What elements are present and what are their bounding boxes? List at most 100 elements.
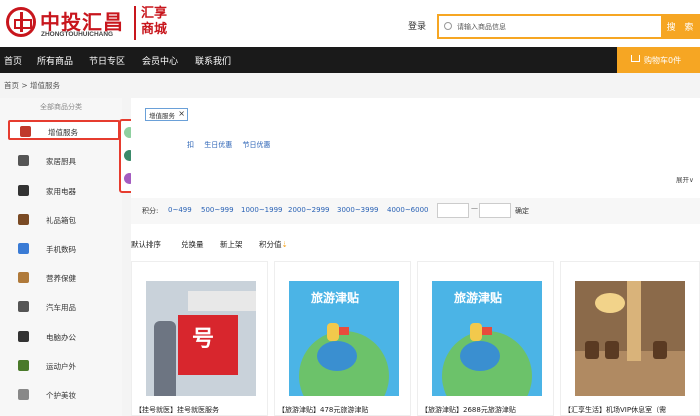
photo-detail bbox=[154, 321, 176, 396]
illustration-detail bbox=[460, 341, 500, 371]
search-button[interactable]: 搜 索 bbox=[663, 14, 700, 39]
photo-detail bbox=[605, 341, 619, 359]
points-confirm-button[interactable]: 确定 bbox=[515, 206, 529, 216]
sidebar-item-label: 营养保健 bbox=[46, 274, 76, 283]
sidebar-item-label: 运动户外 bbox=[46, 362, 76, 371]
sidebar-item-label: 手机数码 bbox=[46, 245, 76, 254]
illustration-detail bbox=[339, 327, 349, 335]
close-icon[interactable]: × bbox=[178, 109, 185, 118]
sidebar-item[interactable]: 家用电器 bbox=[8, 181, 120, 201]
sort-arrow-icon: ⇣ bbox=[281, 240, 288, 249]
cart-button[interactable]: 购物车0件 bbox=[617, 47, 700, 73]
points-max-input[interactable] bbox=[479, 203, 511, 218]
photo-text: 号 bbox=[192, 327, 215, 352]
phone-icon bbox=[18, 243, 29, 254]
sidebar-item[interactable]: 礼品箱包 bbox=[8, 210, 120, 230]
product-title[interactable]: 【旅游津贴】2688元旅游津贴 bbox=[421, 405, 516, 415]
appliance-icon bbox=[18, 185, 29, 196]
sub-link[interactable]: 扣 bbox=[187, 141, 194, 149]
cart-icon bbox=[631, 55, 640, 62]
site-logo[interactable]: 中投汇昌 ZHONGTOUHUICHANG 汇享商城 bbox=[6, 4, 167, 42]
search-icon bbox=[444, 22, 452, 30]
product-banner: 旅游津贴 bbox=[454, 291, 503, 305]
search-box bbox=[437, 14, 663, 39]
points-range[interactable]: 3000~3999 bbox=[337, 206, 379, 214]
sidebar-item-label: 个护美妆 bbox=[46, 391, 76, 400]
points-range[interactable]: 4000~6000 bbox=[387, 206, 429, 214]
bag-icon bbox=[18, 214, 29, 225]
sidebar-item[interactable]: 家居厨具 bbox=[8, 151, 120, 171]
product-title[interactable]: 【旅游津贴】478元旅游津贴 bbox=[278, 405, 368, 415]
product-card[interactable]: 号 【挂号就医】挂号就医服务 bbox=[131, 261, 268, 416]
illustration-detail bbox=[327, 323, 339, 341]
sidebar-item[interactable]: 运动户外 bbox=[8, 356, 120, 376]
sort-newest[interactable]: 新上架 bbox=[220, 239, 243, 250]
illustration-detail bbox=[317, 341, 357, 371]
sort-default[interactable]: 默认排序 bbox=[131, 239, 161, 250]
health-icon bbox=[18, 272, 29, 283]
car-icon bbox=[18, 301, 29, 312]
nav-all-products[interactable]: 所有商品 bbox=[37, 54, 73, 67]
points-range[interactable]: 0~499 bbox=[168, 206, 192, 214]
computer-icon bbox=[18, 331, 29, 342]
sidebar-item[interactable]: 增值服务 bbox=[8, 120, 120, 140]
points-dash: — bbox=[471, 204, 478, 212]
photo-detail bbox=[595, 293, 625, 313]
nav-home[interactable]: 首页 bbox=[4, 54, 22, 67]
breadcrumb: 首页 > 增值服务 bbox=[4, 81, 61, 90]
logo-divider bbox=[134, 6, 136, 40]
logo-english-name: ZHONGTOUHUICHANG bbox=[41, 31, 114, 38]
sidebar-item[interactable]: 手机数码 bbox=[8, 239, 120, 259]
sort-redemptions[interactable]: 兑换量 bbox=[181, 239, 204, 250]
sidebar-item-label: 家用电器 bbox=[46, 187, 76, 196]
illustration-detail bbox=[482, 327, 492, 335]
points-min-input[interactable] bbox=[437, 203, 469, 218]
expand-toggle[interactable]: 展开∨ bbox=[676, 174, 694, 184]
sidebar-item[interactable]: 电脑办公 bbox=[8, 327, 120, 347]
service-icon bbox=[20, 126, 31, 137]
product-image: 旅游津贴 bbox=[289, 281, 399, 396]
product-image: 号 bbox=[146, 281, 256, 396]
cart-label: 购物车0件 bbox=[644, 56, 682, 65]
sub-link[interactable]: 节日优惠 bbox=[242, 141, 270, 149]
product-image bbox=[575, 281, 685, 396]
product-card[interactable]: 旅游津贴 【旅游津贴】478元旅游津贴 bbox=[274, 261, 411, 416]
photo-detail bbox=[627, 281, 641, 361]
product-card[interactable]: 【汇享生活】机场VIP休息室（需 bbox=[560, 261, 700, 416]
site-header: 中投汇昌 ZHONGTOUHUICHANG 汇享商城 登录 搜 索 bbox=[0, 0, 700, 47]
sidebar-item[interactable]: 汽车用品 bbox=[8, 297, 120, 317]
sidebar-item-label: 电脑办公 bbox=[46, 333, 76, 342]
logo-emblem-icon bbox=[6, 7, 36, 37]
illustration-detail bbox=[470, 323, 482, 341]
main-nav: 首页 所有商品 节日专区 会员中心 联系我们 购物车0件 bbox=[0, 47, 700, 73]
points-range[interactable]: 500~999 bbox=[201, 206, 234, 214]
sidebar-item-label: 家居厨具 bbox=[46, 157, 76, 166]
nav-contact-us[interactable]: 联系我们 bbox=[195, 54, 231, 67]
sidebar-item[interactable]: 营养保健 bbox=[8, 268, 120, 288]
points-filter: 积分: 0~499 500~999 1000~1999 2000~2999 30… bbox=[131, 198, 700, 224]
points-range[interactable]: 1000~1999 bbox=[241, 206, 283, 214]
product-banner: 旅游津贴 bbox=[311, 291, 360, 305]
search-input[interactable] bbox=[457, 19, 657, 35]
product-title[interactable]: 【挂号就医】挂号就医服务 bbox=[135, 405, 219, 415]
login-link[interactable]: 登录 bbox=[408, 19, 426, 32]
points-range[interactable]: 2000~2999 bbox=[288, 206, 330, 214]
beauty-icon bbox=[18, 389, 29, 400]
filter-tag[interactable]: 增值服务 × bbox=[145, 108, 188, 121]
sort-points[interactable]: 积分值⇣ bbox=[259, 239, 288, 250]
sidebar-title: 全部商品分类 bbox=[40, 103, 82, 111]
sidebar-item[interactable]: 个护美妆 bbox=[8, 385, 120, 405]
product-title[interactable]: 【汇享生活】机场VIP休息室（需 bbox=[564, 405, 666, 415]
sidebar-item-label: 汽车用品 bbox=[46, 303, 76, 312]
sort-points-label: 积分值 bbox=[259, 240, 282, 249]
nav-festival-zone[interactable]: 节日专区 bbox=[89, 54, 125, 67]
sidebar-item-label: 礼品箱包 bbox=[46, 216, 76, 225]
sub-link[interactable]: 生日优惠 bbox=[204, 141, 232, 149]
pot-icon bbox=[18, 155, 29, 166]
photo-detail bbox=[585, 341, 599, 359]
nav-member-center[interactable]: 会员中心 bbox=[142, 54, 178, 67]
filter-tag-label: 增值服务 bbox=[149, 112, 175, 120]
product-card[interactable]: 旅游津贴 【旅游津贴】2688元旅游津贴 bbox=[417, 261, 554, 416]
main-content: 增值服务 × 扣 生日优惠 节日优惠 展开∨ 积分: 0~499 500~999… bbox=[131, 98, 700, 416]
points-label: 积分: bbox=[142, 207, 159, 215]
